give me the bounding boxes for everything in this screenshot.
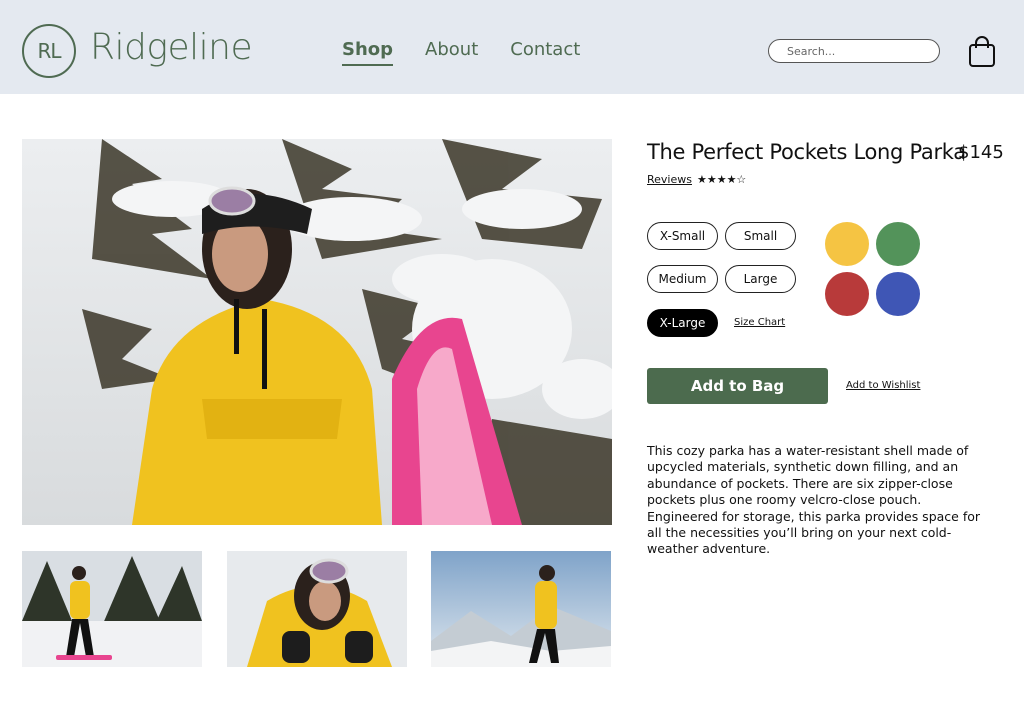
nav-contact-link[interactable]: Contact bbox=[510, 38, 580, 66]
product-description: This cozy parka has a water-resistant sh… bbox=[647, 443, 981, 557]
logo-mark[interactable]: RL bbox=[22, 24, 76, 78]
shopping-bag-icon[interactable] bbox=[968, 36, 996, 68]
add-to-wishlist-link[interactable]: Add to Wishlist bbox=[846, 380, 920, 391]
add-to-bag-button[interactable]: Add to Bag bbox=[647, 368, 828, 404]
main-nav: Shop About Contact bbox=[342, 38, 580, 66]
thumbnail-2[interactable] bbox=[227, 551, 407, 667]
size-x-small-button[interactable]: X-Small bbox=[647, 222, 718, 250]
size-small-button[interactable]: Small bbox=[725, 222, 796, 250]
size-medium-button[interactable]: Medium bbox=[647, 265, 718, 293]
star-rating-icon: ★★★★☆ bbox=[696, 173, 747, 186]
size-chart-link[interactable]: Size Chart bbox=[734, 317, 785, 328]
color-swatch-red[interactable] bbox=[825, 272, 869, 316]
product-price: $145 bbox=[958, 142, 1004, 163]
thumbnail-1[interactable] bbox=[22, 551, 202, 667]
main-product-image bbox=[22, 139, 612, 525]
site-header: RL Ridgeline Shop About Contact bbox=[0, 0, 1024, 94]
thumbnail-3[interactable] bbox=[431, 551, 611, 667]
size-x-large-button[interactable]: X-Large bbox=[647, 309, 718, 337]
size-large-button[interactable]: Large bbox=[725, 265, 796, 293]
brand-name[interactable]: Ridgeline bbox=[90, 26, 253, 70]
color-swatch-blue[interactable] bbox=[876, 272, 920, 316]
reviews-link[interactable]: Reviews bbox=[647, 173, 692, 186]
nav-about-link[interactable]: About bbox=[425, 38, 478, 66]
nav-shop-link[interactable]: Shop bbox=[342, 38, 394, 66]
color-swatch-yellow[interactable] bbox=[825, 222, 869, 266]
product-title: The Perfect Pockets Long Parka bbox=[647, 140, 966, 164]
color-swatch-green[interactable] bbox=[876, 222, 920, 266]
reviews-row: Reviews ★★★★☆ bbox=[647, 173, 746, 186]
search-input[interactable] bbox=[768, 39, 940, 63]
